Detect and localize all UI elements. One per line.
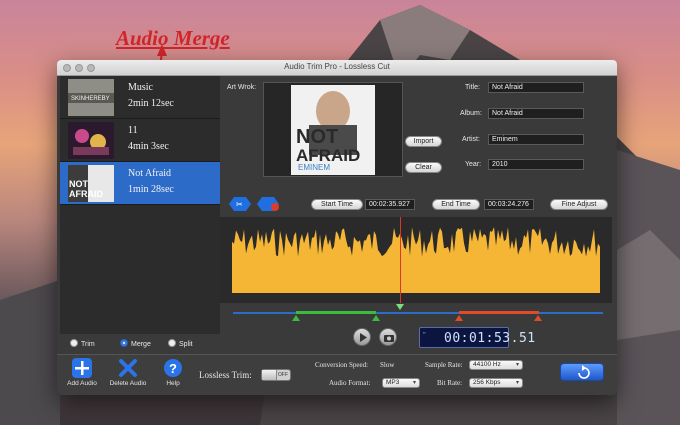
- bit-rate-label: Bit Rate:: [437, 379, 463, 387]
- start-marker[interactable]: [292, 315, 300, 321]
- artist-field[interactable]: Eminem: [488, 134, 584, 145]
- track-list: SKINHEREBY Music 2min 12sec 11 4min 3sec…: [60, 76, 220, 334]
- album-label: Album:: [460, 110, 482, 117]
- time-display-caption: ▪▪: [423, 330, 426, 335]
- help-button[interactable]: ? Help: [159, 358, 187, 387]
- svg-text:AFRAID: AFRAID: [69, 189, 103, 199]
- plus-icon: [72, 358, 92, 378]
- start-range-end-marker[interactable]: [372, 315, 380, 321]
- timeline-end-range: [459, 311, 539, 314]
- lossless-trim-toggle[interactable]: OFF: [261, 369, 291, 381]
- play-button[interactable]: [353, 328, 371, 346]
- delete-audio-button[interactable]: Delete Audio: [107, 358, 149, 387]
- current-time-display: ▪▪ 00:01:53.51: [419, 327, 535, 348]
- album-art-frame: NOT AFRAID EMINEM: [263, 82, 403, 177]
- album-cover-thumbnail: SKINHEREBY: [68, 79, 114, 116]
- timeline-bar[interactable]: [233, 312, 603, 314]
- art-work-label: Art Wrok:: [227, 84, 257, 91]
- delete-x-icon: [119, 359, 137, 377]
- album-cover-thumbnail: [68, 122, 114, 159]
- svg-text:NOT: NOT: [296, 126, 338, 148]
- svg-text:✂: ✂: [236, 200, 243, 209]
- play-icon: [360, 333, 367, 342]
- waveform-panel: [220, 217, 612, 303]
- record-cut-icon[interactable]: [257, 196, 281, 212]
- end-range-start-marker[interactable]: [455, 315, 463, 321]
- sample-rate-label: Sample Rate:: [425, 361, 463, 369]
- clear-button[interactable]: Clear: [405, 162, 442, 173]
- start-time-field[interactable]: 00:02:35.927: [365, 199, 415, 210]
- start-time-button[interactable]: Start Time: [311, 199, 363, 210]
- snapshot-button[interactable]: [379, 328, 397, 346]
- track-name: Music: [128, 82, 153, 93]
- svg-text:NOT: NOT: [69, 179, 89, 189]
- track-name: Not Afraid: [128, 168, 172, 179]
- track-item-music[interactable]: SKINHEREBY Music 2min 12sec: [60, 76, 220, 119]
- import-button[interactable]: Import: [405, 136, 442, 147]
- split-radio[interactable]: Split: [168, 339, 193, 348]
- track-duration: 4min 3sec: [128, 141, 169, 152]
- year-label: Year:: [465, 161, 482, 168]
- sample-rate-select[interactable]: 44100 Hz ▾: [469, 360, 523, 370]
- conversion-speed-label: Conversion Speed:: [315, 361, 369, 369]
- end-time-field[interactable]: 00:03:24.276: [484, 199, 534, 210]
- camera-icon: [384, 335, 394, 342]
- refresh-icon: [578, 365, 590, 379]
- album-art-image: NOT AFRAID EMINEM: [291, 85, 375, 175]
- svg-text:SKINHEREBY: SKINHEREBY: [71, 96, 110, 102]
- scissors-cut-icon[interactable]: ✂: [229, 196, 251, 212]
- app-window: Audio Trim Pro - Lossless Cut SKINHEREBY…: [57, 60, 617, 395]
- track-item-11[interactable]: 11 4min 3sec: [60, 119, 220, 162]
- merge-radio[interactable]: Merge: [120, 339, 151, 348]
- track-name: 11: [128, 125, 138, 136]
- trim-radio[interactable]: Trim: [70, 339, 95, 348]
- fine-adjust-button[interactable]: Fine Adjust: [550, 199, 608, 210]
- artist-label: Artist:: [462, 136, 480, 143]
- bottom-toolbar: Add Audio Delete Audio ? Help Lossless T…: [57, 354, 617, 395]
- playhead-line[interactable]: [400, 217, 401, 303]
- end-time-button[interactable]: End Time: [432, 199, 480, 210]
- waveform-shape: [232, 227, 600, 293]
- convert-button[interactable]: [560, 363, 604, 381]
- track-item-not-afraid[interactable]: NOT AFRAID Not Afraid 1min 28sec: [60, 162, 220, 205]
- bit-rate-select[interactable]: 256 Kbps ▾: [469, 378, 523, 388]
- conversion-speed-value: Slow: [380, 361, 395, 369]
- titlebar: Audio Trim Pro - Lossless Cut: [57, 60, 617, 76]
- title-field[interactable]: Not Afraid: [488, 82, 584, 93]
- track-duration: 2min 12sec: [128, 98, 174, 109]
- year-field[interactable]: 2010: [488, 159, 584, 170]
- help-icon: ?: [164, 359, 182, 377]
- album-field[interactable]: Not Afraid: [488, 108, 584, 119]
- end-marker[interactable]: [534, 315, 542, 321]
- track-duration: 1min 28sec: [128, 184, 174, 195]
- lossless-trim-label: Lossless Trim:: [199, 370, 252, 380]
- audio-format-label: Audio Format:: [329, 379, 371, 387]
- window-title: Audio Trim Pro - Lossless Cut: [284, 62, 390, 71]
- mode-selector: Trim Merge Split: [60, 334, 220, 354]
- timeline-start-range: [296, 311, 376, 314]
- album-cover-thumbnail: NOT AFRAID: [68, 165, 114, 202]
- svg-text:EMINEM: EMINEM: [298, 163, 330, 172]
- audio-merge-annotation: Audio Merge: [116, 26, 230, 50]
- audio-format-select[interactable]: MP3 ▾: [382, 378, 420, 388]
- waveform[interactable]: [232, 221, 600, 299]
- svg-text:?: ?: [169, 361, 177, 376]
- current-time: 00:01:53.51: [444, 331, 536, 346]
- playhead-marker[interactable]: [396, 304, 404, 310]
- add-audio-button[interactable]: Add Audio: [65, 358, 99, 387]
- title-label: Title:: [465, 84, 480, 91]
